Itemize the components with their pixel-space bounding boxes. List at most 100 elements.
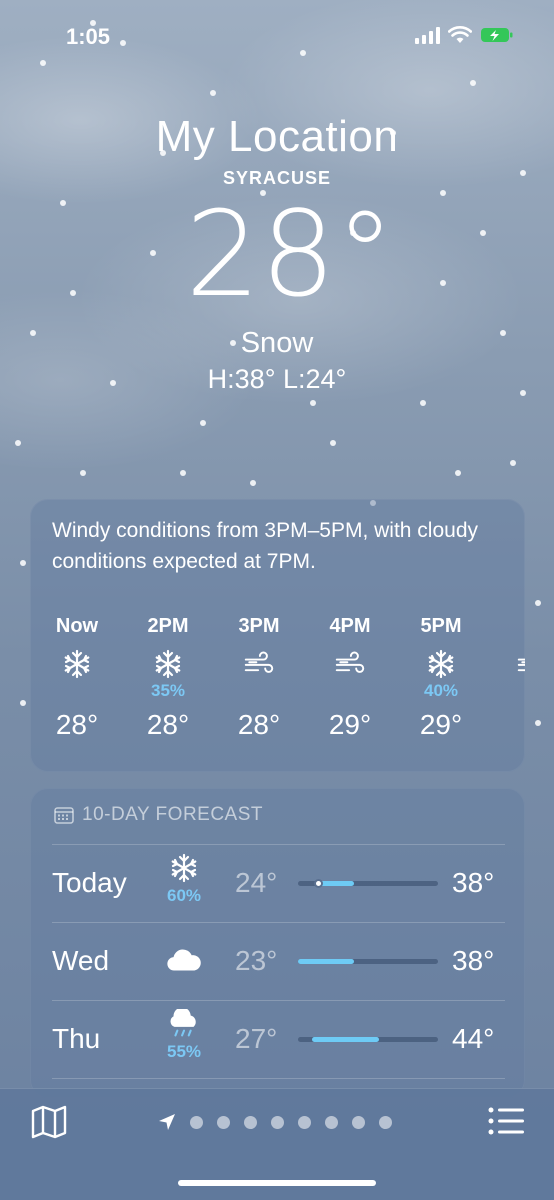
temperature-range-bar (298, 959, 438, 964)
forecast-row[interactable]: Today 60% 24° 38° (30, 845, 525, 923)
hourly-forecast-card[interactable]: Windy conditions from 3PM–5PM, with clou… (30, 499, 525, 772)
hour-precip-chance (37, 681, 117, 701)
hour-label: 5PM (420, 615, 462, 637)
battery-charging-icon (481, 28, 513, 42)
snowflake-particle (20, 700, 26, 706)
temperature-range-bar (298, 879, 438, 888)
page-dot[interactable] (298, 1115, 311, 1129)
snowflake-particle (15, 440, 21, 446)
home-indicator[interactable] (178, 1180, 376, 1186)
hour-column: Now 28° (37, 611, 117, 761)
page-dot[interactable] (271, 1115, 284, 1129)
forecast-high: 38° (452, 867, 495, 898)
forecast-day: Thu (52, 1023, 101, 1054)
status-bar: 1:05 (0, 0, 554, 76)
forecast-title: 10-DAY FORECAST (82, 804, 264, 825)
high-low-temperature: H:38° L:24° (207, 364, 347, 394)
current-condition: Snow (240, 327, 314, 359)
page-dot[interactable] (190, 1115, 203, 1129)
forecast-day: Wed (52, 945, 110, 976)
hour-label: 4PM (329, 615, 371, 637)
snowflake-icon (128, 647, 208, 681)
calendar-icon (54, 807, 74, 824)
wind-icon (219, 647, 299, 681)
snowflake-icon (401, 647, 481, 681)
weather-summary: Windy conditions from 3PM–5PM, with clou… (52, 519, 478, 573)
snowflake-particle (80, 470, 86, 476)
snowflake-particle (535, 600, 541, 606)
hour-label: 2PM (147, 615, 189, 637)
forecast-low: 27° (235, 1023, 278, 1054)
snowflake-icon: 60% (160, 853, 208, 906)
snowflake-particle (420, 400, 426, 406)
status-icons (415, 26, 514, 44)
hour-temperature: 28° (55, 709, 99, 740)
wifi-icon (448, 26, 472, 43)
forecast-day: Today (52, 867, 127, 898)
hourly-forecast-strip[interactable]: Now 28°2PM 35% 28°3PM 28°4PM 29°5PM (30, 611, 525, 761)
forecast-high: 44° (452, 1023, 495, 1054)
hour-precip-chance: 40% (423, 681, 459, 700)
location-arrow-icon (159, 1114, 175, 1130)
hour-column: 4PM 29° (310, 611, 390, 761)
page-dot[interactable] (325, 1115, 338, 1129)
snowflake-particle (250, 480, 256, 486)
forecast-row[interactable]: Thu 55% 27° 44° (30, 1001, 525, 1079)
hour-temperature: 29° (419, 709, 463, 740)
hour-temperature: 2 (492, 709, 525, 741)
location-title: My Location (155, 112, 399, 161)
snowflake-icon (37, 647, 117, 681)
wind-icon (310, 647, 390, 681)
hour-precip-chance: 35% (150, 681, 186, 700)
hour-label: Now (55, 615, 99, 637)
cloud-icon (160, 945, 208, 978)
wind-icon (492, 647, 525, 681)
temperature-range-fill (298, 959, 354, 964)
temperature-range-fill (312, 1037, 380, 1042)
snowflake-particle (510, 460, 516, 466)
hour-temperature: 28° (237, 709, 281, 740)
snowflake-particle (535, 720, 541, 726)
status-time: 1:05 (66, 24, 111, 49)
forecast-low: 23° (235, 945, 278, 976)
snowflake-particle (210, 90, 216, 96)
forecast-header: 10-DAY FORECAST (54, 804, 263, 826)
current-temperature-dot (313, 879, 323, 888)
hour-precip-chance (492, 681, 525, 701)
hour-precip-chance (310, 681, 390, 701)
current-weather-header: My Location SYRACUSE 28° Snow H:38° L:24… (0, 112, 554, 395)
hour-column: 2PM 35% 28° (128, 611, 208, 761)
hour-column: 6 2 (492, 611, 525, 761)
hour-label: 6 (492, 611, 525, 641)
current-temperature: 28° (185, 185, 395, 323)
forecast-precip-chance: 60% (166, 886, 202, 905)
page-indicator[interactable] (158, 1113, 392, 1131)
page-dot[interactable] (244, 1115, 257, 1129)
list-icon[interactable] (488, 1107, 524, 1135)
page-dot[interactable] (352, 1115, 365, 1129)
forecast-precip-chance: 55% (166, 1042, 202, 1061)
page-dot[interactable] (379, 1115, 392, 1129)
hour-column: 3PM 28° (219, 611, 299, 761)
snowflake-particle (310, 400, 316, 406)
snowflake-particle (455, 470, 461, 476)
hour-label: 3PM (238, 615, 280, 637)
cloud-rain-icon: 55% (160, 1007, 208, 1062)
snowflake-particle (200, 420, 206, 426)
hour-column: 5PM 40% 29° (401, 611, 481, 761)
temperature-range-bar (298, 1037, 438, 1042)
ten-day-forecast-card[interactable]: 10-DAY FORECAST Today 60% 24° 38° Wed 23°… (30, 788, 525, 1098)
page-dot[interactable] (217, 1115, 230, 1129)
snowflake-particle (330, 440, 336, 446)
hour-temperature: 28° (146, 709, 190, 740)
map-icon[interactable] (30, 1105, 68, 1139)
forecast-divider (52, 1078, 505, 1079)
snowflake-particle (20, 560, 26, 566)
forecast-row[interactable]: Wed 23° 38° (30, 923, 525, 1001)
hour-precip-chance (219, 681, 299, 701)
snowflake-particle (470, 80, 476, 86)
hour-temperature: 29° (328, 709, 372, 740)
snowflake-particle (180, 470, 186, 476)
cellular-signal-icon (415, 26, 440, 44)
forecast-high: 38° (452, 945, 495, 976)
